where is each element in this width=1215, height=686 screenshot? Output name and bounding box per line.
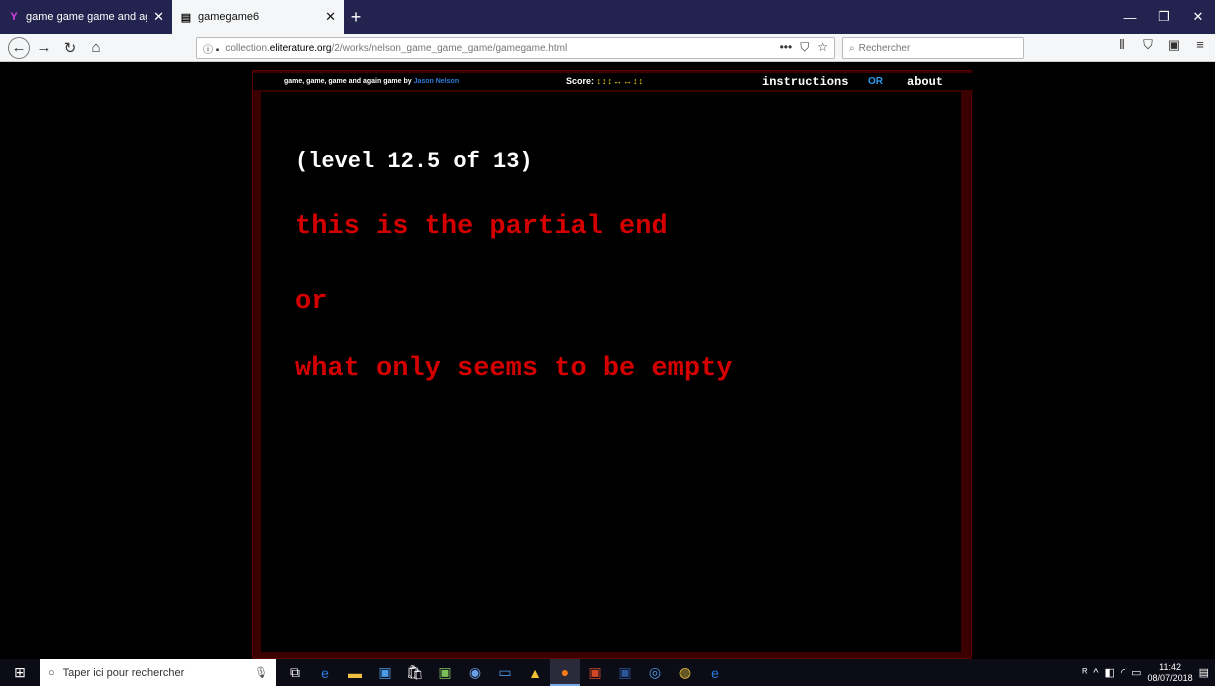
site-info-icon[interactable]: ⓘ ▪: [203, 41, 219, 56]
new-tab-button[interactable]: +: [344, 0, 368, 34]
back-arrow-icon[interactable]: ←: [8, 36, 30, 59]
library-icon[interactable]: ⫴: [1113, 37, 1131, 53]
about-link[interactable]: about: [907, 75, 943, 89]
message-line-3: what only seems to be empty: [295, 354, 733, 384]
tab-title: gamegame6: [198, 11, 260, 23]
network-icon[interactable]: ◧: [1104, 666, 1114, 679]
google-drive-icon[interactable]: ▲: [520, 659, 550, 686]
author-link[interactable]: Jason Nelson: [414, 78, 460, 85]
message-line-1: this is the partial end: [295, 212, 668, 242]
tab-title: game game game and again g…: [26, 11, 147, 23]
home-icon[interactable]: ⌂: [84, 36, 108, 60]
windows-start-icon[interactable]: ⊞: [0, 659, 40, 686]
instructions-link[interactable]: instructions: [762, 75, 848, 89]
taskbar: ⊞ ○ Taper ici pour rechercher 🎙 ⧉ e ▬ ▣ …: [0, 659, 1215, 686]
search-icon: ⌕: [849, 42, 855, 54]
level-indicator: (level 12.5 of 13): [295, 149, 533, 174]
score-label: Score:: [566, 76, 595, 86]
restore-icon[interactable]: ❐: [1147, 0, 1181, 34]
clock-time: 11:42: [1159, 661, 1181, 672]
message-line-2: or: [295, 287, 328, 317]
game-title: game, game, game and again game by Jason…: [284, 78, 459, 85]
toolbar-right: ⫴ ⛉ ▣ ≡: [1113, 37, 1209, 53]
navigation-bar: ← → ↻ ⌂ ⓘ ▪ collection. eliterature.org/2…: [0, 34, 1215, 62]
shield-icon[interactable]: ⛉: [1139, 37, 1157, 53]
score-value: ↕↕↕↔↔↕↕: [596, 76, 645, 86]
game-frame: game, game, game and again game by Jason…: [252, 70, 973, 659]
game-header: game, game, game and again game by Jason…: [253, 71, 973, 92]
menu-icon[interactable]: ≡: [1191, 37, 1209, 53]
file-explorer-icon[interactable]: ▬: [340, 659, 370, 686]
url-bar[interactable]: ⓘ ▪ collection. eliterature.org/2/works/n…: [196, 37, 835, 59]
app-icon-4[interactable]: ◎: [640, 659, 670, 686]
forward-arrow-icon[interactable]: →: [32, 36, 56, 60]
system-tray: ᴿ ^ ◧ ◜ ▭ 11:42 08/07/2018 ▤: [1082, 659, 1215, 686]
minimize-icon[interactable]: —: [1113, 0, 1147, 34]
close-tab-icon[interactable]: ✕: [325, 9, 336, 25]
url-actions: ••• ⛉ ☆: [780, 40, 828, 55]
page-icon: ▤: [180, 11, 192, 24]
photos-icon[interactable]: ▣: [370, 659, 400, 686]
yahoo-icon: Y: [10, 11, 18, 23]
pocket-icon[interactable]: ⛉: [800, 40, 809, 55]
powerpoint-icon[interactable]: ▣: [580, 659, 610, 686]
close-tab-icon[interactable]: ✕: [153, 9, 164, 25]
chrome-icon[interactable]: ◍: [670, 659, 700, 686]
clock-date: 08/07/2018: [1147, 672, 1193, 683]
notifications-icon[interactable]: ▤: [1199, 666, 1209, 679]
search-input[interactable]: ⌕ Rechercher: [842, 37, 1024, 59]
or-label: OR: [868, 76, 883, 87]
tab-bar: Y game game game and again g… ✕ ▤ gamega…: [0, 0, 1215, 34]
reload-icon[interactable]: ↻: [58, 36, 82, 60]
people-icon[interactable]: ᴿ: [1082, 667, 1087, 679]
word-icon[interactable]: ▣: [610, 659, 640, 686]
app-icon-2[interactable]: ◉: [460, 659, 490, 686]
task-view-icon[interactable]: ⧉: [280, 659, 310, 686]
taskbar-search-placeholder: Taper ici pour rechercher: [62, 666, 185, 679]
internet-explorer-icon[interactable]: e: [700, 659, 730, 686]
tab-game-game-game[interactable]: Y game game game and again g… ✕: [0, 0, 172, 34]
firefox-icon[interactable]: ●: [550, 659, 580, 686]
window-controls: — ❐ ✕: [1113, 0, 1215, 34]
edge-icon[interactable]: e: [310, 659, 340, 686]
store-icon[interactable]: 🛍: [400, 659, 430, 686]
game-screen: (level 12.5 of 13) this is the partial e…: [261, 92, 961, 652]
app-icon-3[interactable]: ▭: [490, 659, 520, 686]
tab-gamegame6[interactable]: ▤ gamegame6 ✕: [172, 0, 344, 34]
url-prefix: collection.: [225, 42, 270, 54]
page-actions-icon[interactable]: •••: [780, 40, 793, 55]
bookmark-star-icon[interactable]: ☆: [817, 40, 828, 55]
chevron-up-icon[interactable]: ^: [1093, 667, 1098, 679]
cortana-icon: ○: [48, 666, 55, 679]
sidebar-icon[interactable]: ▣: [1165, 37, 1183, 53]
by-label: by: [403, 78, 412, 85]
microphone-icon[interactable]: 🎙: [254, 666, 268, 679]
battery-icon[interactable]: ▭: [1131, 666, 1141, 679]
score-display: Score: ↕↕↕↔↔↕↕: [566, 76, 644, 86]
url-path: /2/works/nelson_game_game_game/gamegame.…: [331, 42, 568, 54]
search-placeholder: Rechercher: [858, 42, 911, 54]
wifi-icon[interactable]: ◜: [1121, 666, 1125, 679]
clock[interactable]: 11:42 08/07/2018: [1148, 662, 1193, 684]
page-content: game, game, game and again game by Jason…: [0, 63, 1215, 659]
app-icon-1[interactable]: ▣: [430, 659, 460, 686]
game-title-text: game, game, game and again game: [284, 78, 402, 85]
url-host: eliterature.org: [269, 42, 332, 54]
taskbar-apps: ⧉ e ▬ ▣ 🛍 ▣ ◉ ▭ ▲ ● ▣ ▣ ◎ ◍ e: [280, 659, 730, 686]
close-window-icon[interactable]: ✕: [1181, 0, 1215, 34]
taskbar-search-input[interactable]: ○ Taper ici pour rechercher 🎙: [40, 659, 276, 686]
